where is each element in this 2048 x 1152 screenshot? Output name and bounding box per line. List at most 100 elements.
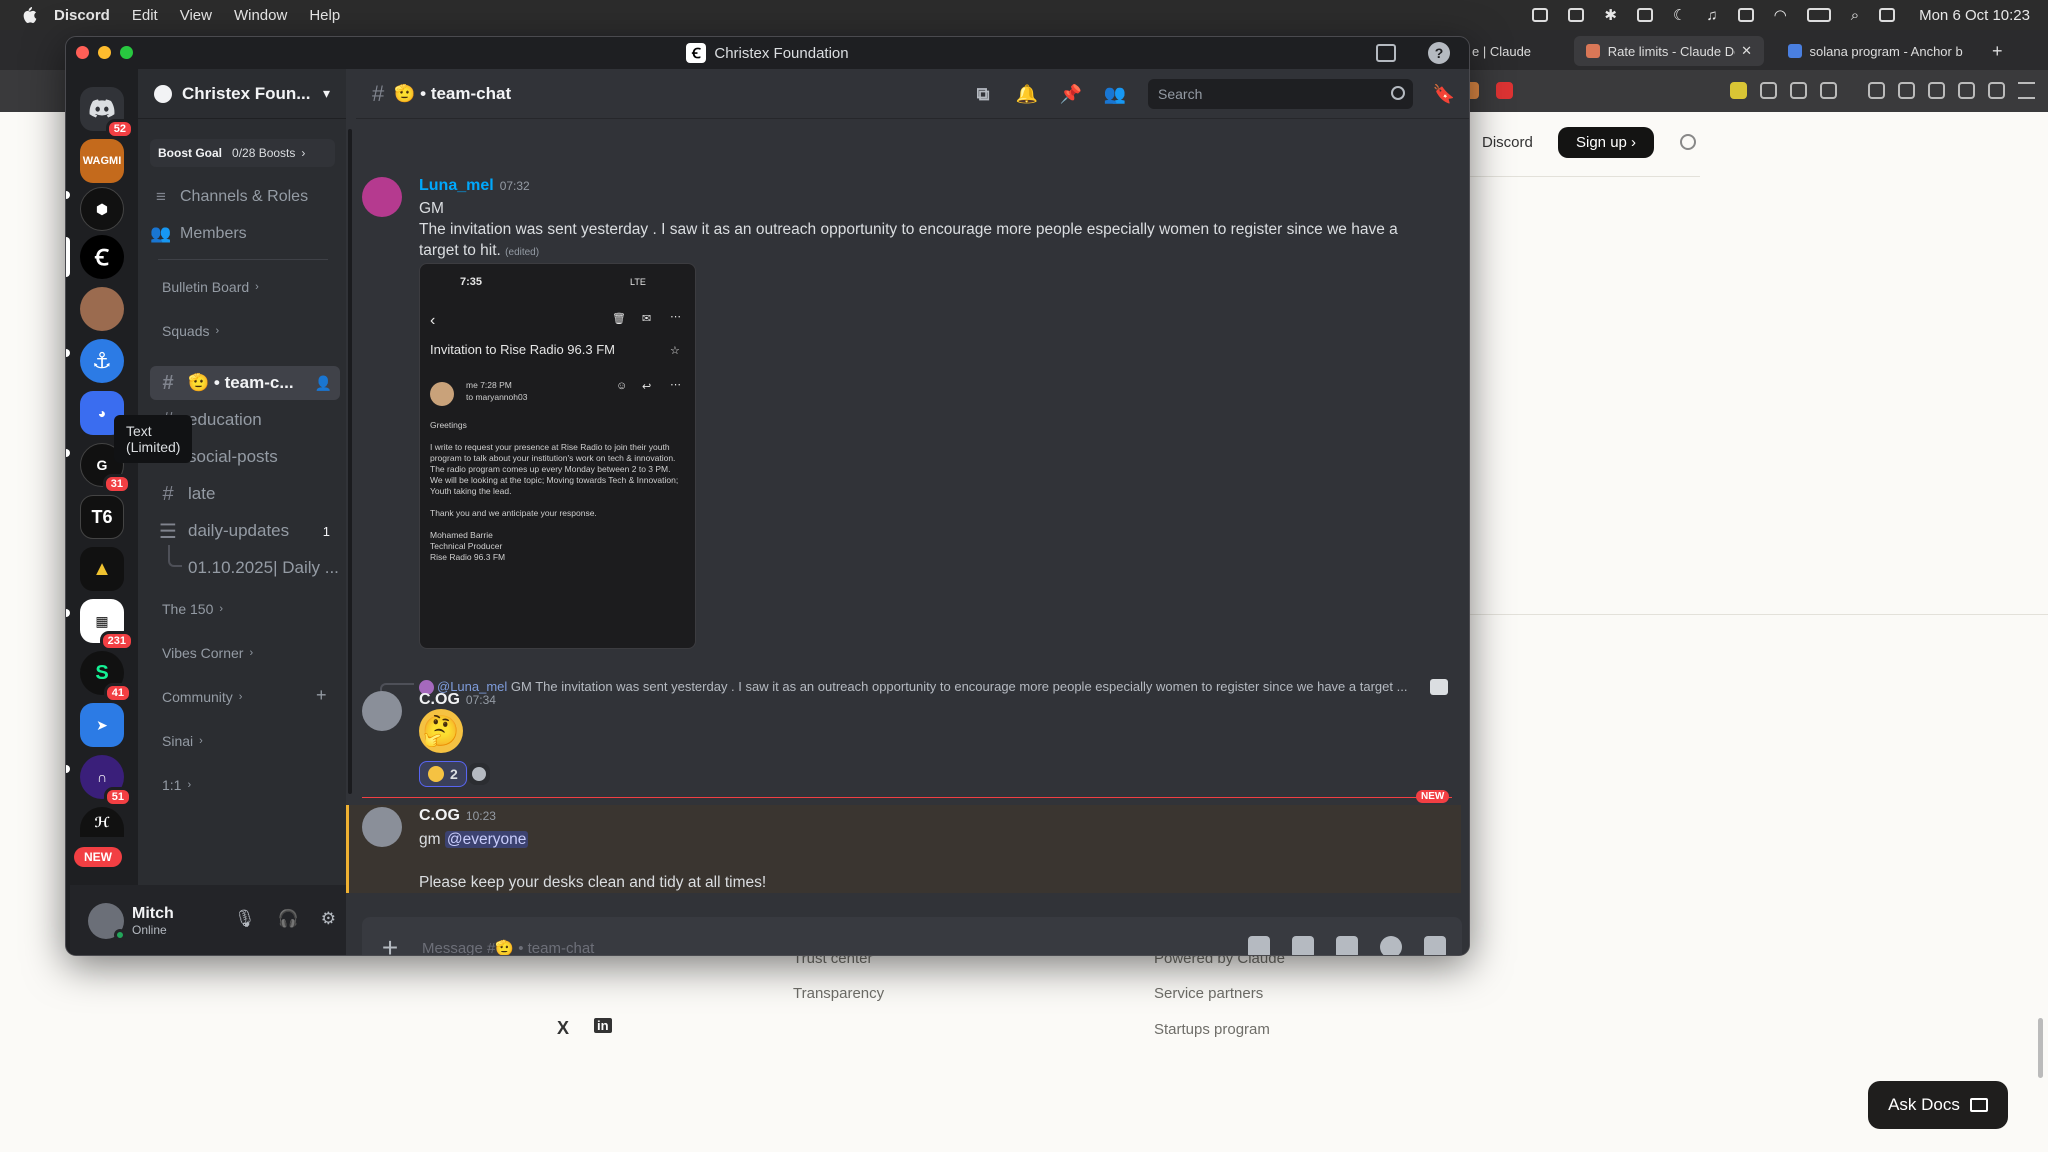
home-button[interactable]: 52 (80, 87, 134, 139)
server-s[interactable]: S 41 (80, 651, 132, 703)
extension-icon[interactable] (1496, 82, 1513, 99)
channel-late[interactable]: # late (150, 477, 340, 511)
extension-icon[interactable] (1760, 82, 1777, 99)
inbox-icon[interactable] (1376, 44, 1396, 62)
footer-link-transparency[interactable]: Transparency (793, 985, 884, 1002)
avatar[interactable] (362, 177, 402, 217)
server-photo[interactable] (80, 287, 124, 331)
server-triangle[interactable]: ▲ (80, 547, 124, 591)
server-arrow[interactable]: ➤ (80, 703, 124, 747)
channel-scrollbar[interactable] (348, 129, 352, 794)
browser-tab-active[interactable]: Rate limits - Claude Do ✕ (1574, 36, 1764, 66)
server-anchor[interactable]: ⚓ (80, 339, 124, 383)
category-the-150[interactable]: The 150 › (162, 601, 223, 617)
footer-link-startups[interactable]: Startups program (1154, 1021, 1270, 1038)
bluetooth-icon[interactable]: ✱ (1604, 6, 1617, 24)
server-wagmi[interactable]: WAGMI (80, 139, 124, 183)
headphones-icon[interactable]: ♫ (1706, 7, 1717, 24)
shield-icon[interactable] (1958, 82, 1975, 99)
clock[interactable]: Mon 6 Oct 10:23 (1919, 7, 2030, 24)
new-tab-button[interactable]: + (1980, 36, 2015, 66)
extension-icon[interactable] (1820, 82, 1837, 99)
extension-icon[interactable] (1928, 82, 1945, 99)
status-icon[interactable] (1636, 8, 1653, 22)
extension-icon[interactable] (1730, 82, 1747, 99)
status-icon[interactable] (1568, 8, 1585, 22)
linkedin-icon[interactable]: in (594, 1018, 612, 1033)
close-icon[interactable]: ✕ (1741, 43, 1752, 59)
server-cube[interactable]: ⬢ (80, 187, 124, 231)
menu-help[interactable]: Help (309, 7, 340, 24)
sidebar-icon[interactable] (1868, 82, 1885, 99)
message-author[interactable]: Luna_mel 07:32 (419, 177, 530, 195)
avatar[interactable] (362, 807, 402, 847)
moon-icon[interactable]: ☾ (1673, 6, 1686, 24)
control-center-icon[interactable] (1879, 8, 1896, 22)
channel-daily-updates[interactable]: ☰ daily-updates 1 (150, 514, 340, 548)
mention-everyone[interactable]: @everyone (444, 831, 529, 848)
server-magnet[interactable]: ∩ 51 (80, 755, 132, 807)
wallet-icon[interactable] (1898, 82, 1915, 99)
thread-daily[interactable]: 01.10.2025| Daily ... (150, 551, 340, 585)
threads-icon[interactable]: ⧉ (972, 83, 994, 105)
close-window-button[interactable] (76, 46, 89, 59)
menu-app[interactable]: Discord (54, 7, 110, 24)
create-channel-icon[interactable]: + (316, 685, 327, 706)
zoom-window-button[interactable] (120, 46, 133, 59)
nav-discord-link[interactable]: Discord (1482, 134, 1533, 151)
reply-preview[interactable]: @Luna_mel GM The invitation was sent yes… (419, 679, 1429, 694)
battery-icon[interactable] (1806, 8, 1831, 22)
emoji-icon[interactable] (1380, 936, 1402, 955)
menu-window[interactable]: Window (234, 7, 287, 24)
avatar[interactable] (88, 903, 126, 941)
message-composer[interactable]: + Message #🫡 • team-chat (362, 917, 1462, 955)
avatar[interactable] (362, 691, 402, 731)
theme-toggle-icon[interactable] (1680, 134, 1696, 150)
bell-icon[interactable]: 🔔 (1016, 83, 1038, 105)
gift-icon[interactable] (1248, 936, 1270, 955)
apps-icon[interactable] (1424, 936, 1446, 955)
channels-roles-item[interactable]: ≡ Channels & Roles (150, 181, 335, 213)
server-header[interactable]: Christex Foun... ▾ (138, 69, 346, 119)
ask-docs-button[interactable]: Ask Docs (1868, 1081, 2008, 1129)
category-community[interactable]: Community › (162, 689, 242, 705)
channel-team-chat[interactable]: # 🫡 • team-c... 👤 (150, 366, 340, 400)
members-item[interactable]: 👥 Members (150, 218, 335, 250)
category-bulletin-board[interactable]: Bulletin Board › (162, 279, 259, 295)
minimize-window-button[interactable] (98, 46, 111, 59)
message-author[interactable]: C.OG 10:23 (419, 807, 496, 825)
extension-icon[interactable] (1790, 82, 1807, 99)
sticker-icon[interactable] (1336, 936, 1358, 955)
extension-icon[interactable] (1988, 82, 2005, 99)
microphone-icon[interactable]: 🎙 (234, 909, 256, 929)
browser-tab[interactable]: solana program - Anchor b (1776, 36, 1976, 66)
help-icon[interactable]: ? (1428, 42, 1450, 64)
boost-goal-bar[interactable]: Boost Goal 0/28 Boosts › (150, 139, 335, 167)
pin-icon[interactable]: 📌 (1060, 83, 1082, 105)
status-icon[interactable] (1737, 8, 1754, 22)
footer-link-service-partners[interactable]: Service partners (1154, 985, 1263, 1002)
menu-icon[interactable] (2018, 82, 2035, 99)
category-one-on-one[interactable]: 1:1 › (162, 777, 191, 793)
signup-button[interactable]: Sign up › (1558, 127, 1655, 158)
search-icon[interactable]: ⌕ (1851, 7, 1859, 24)
invite-icon[interactable]: 👤 (315, 375, 332, 392)
search-input[interactable]: Search (1148, 79, 1413, 109)
image-attachment[interactable]: 7:35 LTE ‹ 🗑 ✉ ⋯ Invitation to Rise Radi… (419, 263, 696, 649)
members-list-icon[interactable]: 👥 (1104, 83, 1126, 105)
new-unreads-badge[interactable]: NEW (74, 847, 122, 867)
settings-gear-icon[interactable]: ⚙ (321, 909, 336, 929)
server-t6[interactable]: T6 (80, 495, 124, 539)
category-vibes-corner[interactable]: Vibes Corner › (162, 645, 253, 661)
bookmark-icon[interactable]: 🔖 (1433, 83, 1455, 105)
browser-tab[interactable]: e | Claude (1460, 36, 1580, 66)
server-bottom[interactable]: ℋ (80, 807, 124, 837)
category-sinai[interactable]: Sinai › (162, 733, 203, 749)
apple-icon[interactable] (18, 4, 40, 26)
status-icon[interactable] (1532, 8, 1549, 22)
category-squads[interactable]: Squads › (162, 323, 219, 339)
server-calendar[interactable]: ▦ 231 (80, 599, 134, 651)
message-author[interactable]: C.OG 07:34 (419, 691, 496, 709)
page-scrollbar[interactable] (2038, 1018, 2043, 1078)
upload-plus-icon[interactable]: + (378, 932, 402, 955)
